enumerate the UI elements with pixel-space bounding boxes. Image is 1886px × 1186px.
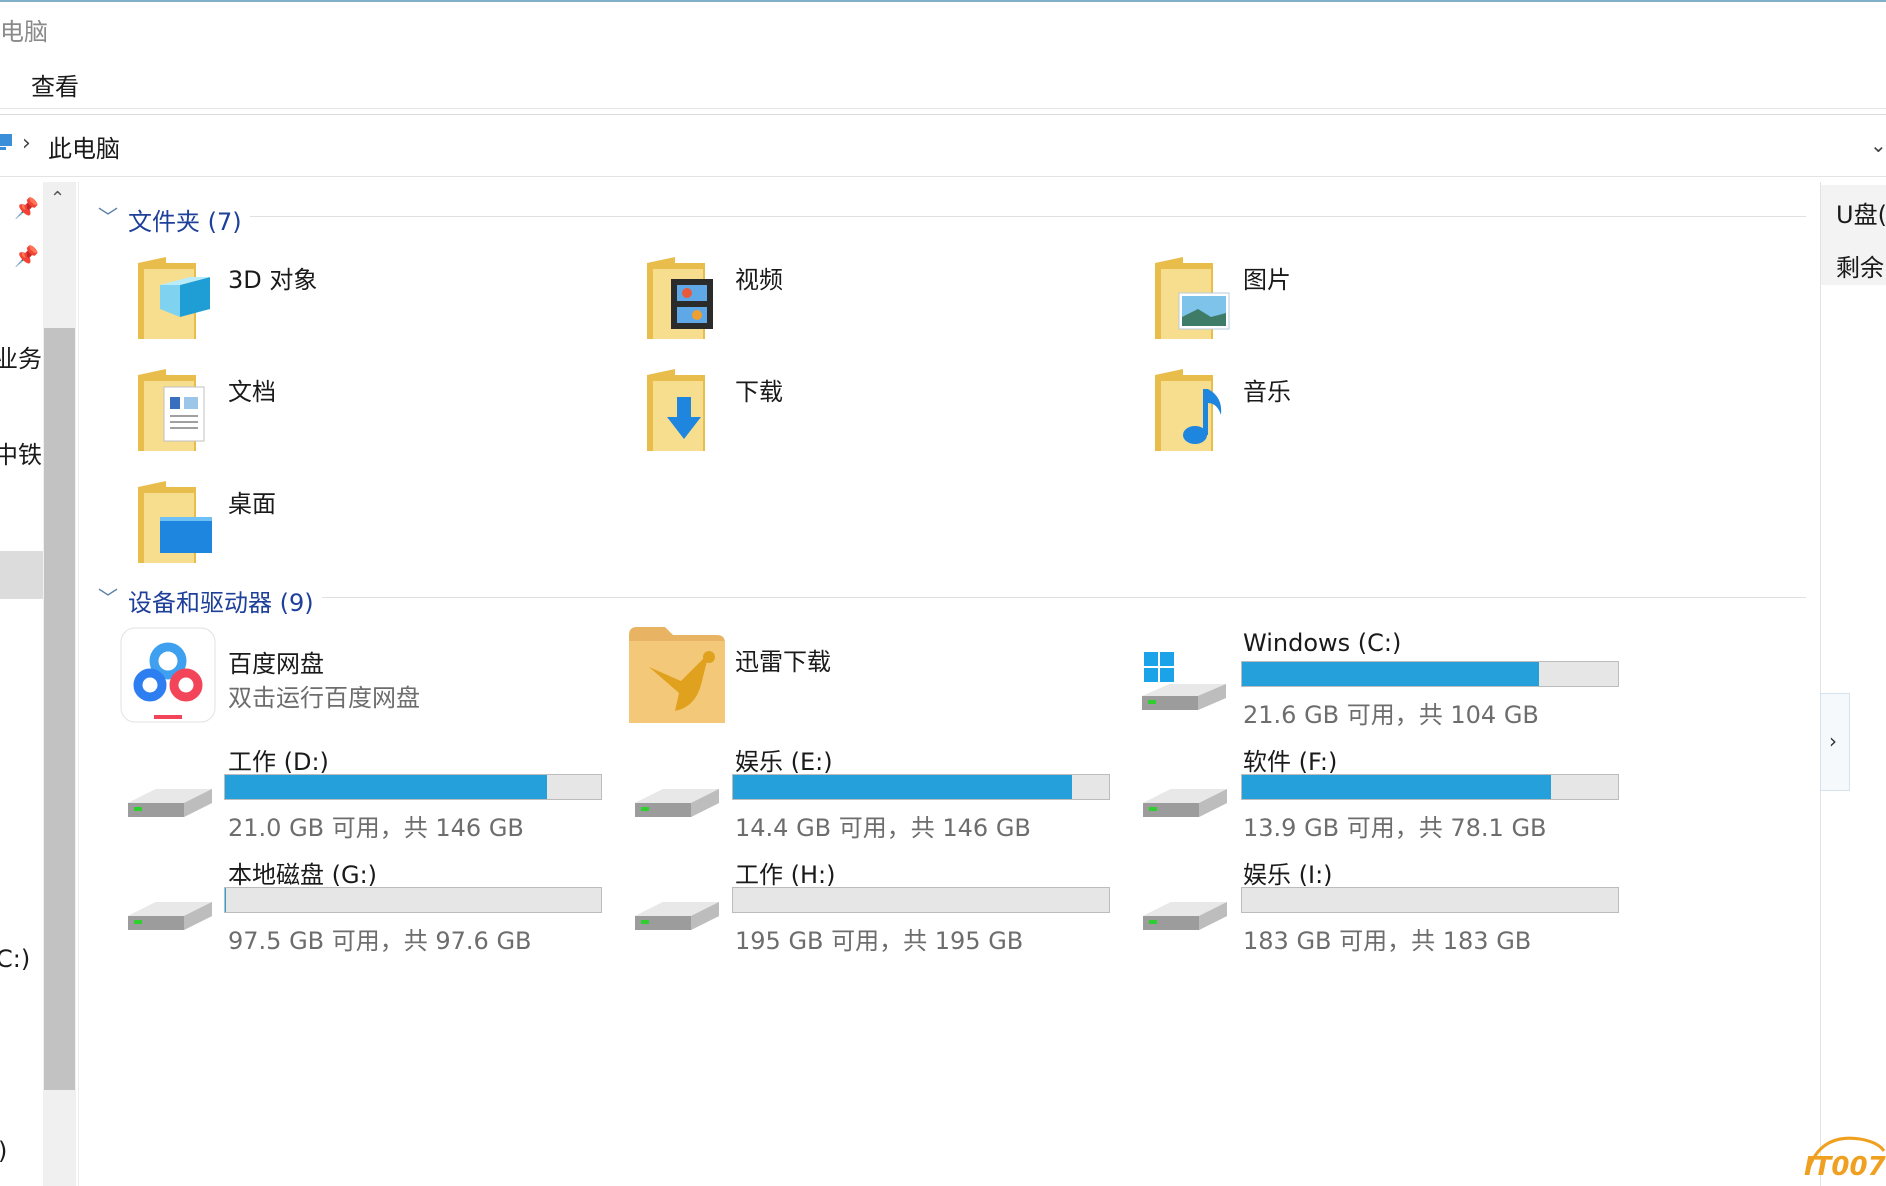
address-divider bbox=[0, 176, 1886, 177]
drive-d-space: 21.0 GB 可用，共 146 GB bbox=[228, 814, 524, 842]
pin-icon[interactable]: 📌 bbox=[14, 196, 39, 220]
drive-e-space: 14.4 GB 可用，共 146 GB bbox=[735, 814, 1031, 842]
xunlei-icon bbox=[629, 627, 725, 723]
drive-c-usage-fill bbox=[1242, 662, 1540, 686]
drive-c-usage-bar bbox=[1241, 661, 1619, 687]
app-xunlei[interactable]: 迅雷下载 bbox=[735, 642, 831, 677]
videos-folder-icon bbox=[647, 257, 713, 339]
music-folder-icon bbox=[1155, 369, 1222, 451]
drive-i-usage-bar bbox=[1241, 887, 1619, 913]
documents-folder-icon bbox=[138, 369, 205, 451]
baidu-netdisk-icon bbox=[120, 627, 216, 723]
hard-drive-icon bbox=[1143, 789, 1227, 817]
this-pc-icon bbox=[0, 134, 12, 150]
drive-i-space: 183 GB 可用，共 183 GB bbox=[1243, 927, 1532, 955]
scroll-up-icon[interactable]: ⌃ bbox=[50, 188, 65, 209]
window-title: 电脑 bbox=[0, 18, 48, 46]
nav-divider bbox=[78, 182, 79, 1186]
drive-d-label[interactable]: 工作 (D:) bbox=[228, 742, 329, 777]
chevron-down-icon[interactable]: ⌄ bbox=[1870, 133, 1886, 157]
drive-g-space: 97.5 GB 可用，共 97.6 GB bbox=[228, 927, 532, 955]
drive-i-label[interactable]: 娱乐 (I:) bbox=[1243, 855, 1333, 890]
hard-drive-icon bbox=[128, 789, 212, 817]
drive-h-usage-bar bbox=[732, 887, 1110, 913]
drive-g-usage-bar bbox=[224, 887, 602, 913]
ribbon-divider bbox=[0, 114, 1886, 115]
drive-h-space: 195 GB 可用，共 195 GB bbox=[735, 927, 1024, 955]
folder-documents[interactable]: 文档 bbox=[228, 372, 276, 407]
expand-pane-button[interactable]: › bbox=[1820, 693, 1850, 791]
it007-watermark-logo: IT007 bbox=[1804, 1136, 1886, 1182]
drive-c-space: 21.6 GB 可用，共 104 GB bbox=[1243, 701, 1539, 729]
app-baidu-netdisk[interactable]: 百度网盘 bbox=[228, 644, 324, 679]
hard-drive-icon bbox=[128, 902, 212, 930]
drive-f-label[interactable]: 软件 (F:) bbox=[1243, 742, 1337, 777]
collapse-chevron-icon[interactable]: ﹀ bbox=[98, 582, 118, 611]
drive-c-label[interactable]: Windows (C:) bbox=[1243, 629, 1401, 657]
folder-videos[interactable]: 视频 bbox=[735, 260, 783, 295]
pin-icon[interactable]: 📌 bbox=[14, 244, 39, 268]
drive-f-usage-bar bbox=[1241, 774, 1619, 800]
drive-f-space: 13.9 GB 可用，共 78.1 GB bbox=[1243, 814, 1547, 842]
breadcrumb-chevron-icon[interactable]: › bbox=[22, 131, 31, 156]
hard-drive-icon bbox=[1143, 902, 1227, 930]
folder-downloads[interactable]: 下载 bbox=[735, 372, 783, 407]
hard-drive-icon bbox=[635, 902, 719, 930]
breadcrumb-this-pc[interactable]: 此电脑 bbox=[48, 129, 120, 164]
nav-item[interactable]: C:) bbox=[0, 945, 30, 973]
nav-item-selected[interactable] bbox=[0, 551, 43, 599]
section-divider bbox=[322, 597, 1806, 598]
pictures-folder-icon bbox=[1155, 257, 1230, 339]
app-baidu-netdisk-desc: 双击运行百度网盘 bbox=[228, 684, 420, 712]
desktop-folder-icon bbox=[138, 481, 212, 563]
folder-desktop[interactable]: 桌面 bbox=[228, 484, 276, 519]
watermark-text: IT007 bbox=[1804, 1152, 1886, 1182]
window-top-border bbox=[0, 0, 1886, 2]
ribbon-divider bbox=[0, 108, 1886, 109]
folder-music[interactable]: 音乐 bbox=[1243, 372, 1291, 407]
downloads-folder-icon bbox=[647, 369, 705, 451]
details-pane-divider bbox=[1820, 182, 1821, 1186]
nav-scrollbar-thumb[interactable] bbox=[44, 328, 75, 1090]
drive-d-usage-bar bbox=[224, 774, 602, 800]
3d-objects-folder-icon bbox=[138, 257, 210, 339]
drive-f-usage-fill bbox=[1242, 775, 1552, 799]
chevron-right-icon: › bbox=[1829, 729, 1837, 753]
details-remaining: 剩余 bbox=[1836, 254, 1884, 282]
collapse-chevron-icon[interactable]: ﹀ bbox=[98, 201, 118, 230]
folder-3d-objects[interactable]: 3D 对象 bbox=[228, 260, 317, 295]
folder-pictures[interactable]: 图片 bbox=[1243, 260, 1291, 295]
details-title: U盘( bbox=[1836, 201, 1886, 229]
ribbon-tab-view[interactable]: 查看 bbox=[31, 67, 79, 102]
folders-section-header[interactable]: 文件夹 (7) bbox=[128, 202, 242, 237]
drive-h-label[interactable]: 工作 (H:) bbox=[735, 855, 836, 890]
hard-drive-icon bbox=[635, 789, 719, 817]
devices-section-header[interactable]: 设备和驱动器 (9) bbox=[128, 583, 314, 618]
drive-e-usage-bar bbox=[732, 774, 1110, 800]
drive-e-usage-fill bbox=[733, 775, 1072, 799]
nav-item[interactable]: ) bbox=[0, 1137, 7, 1165]
address-bar[interactable] bbox=[0, 124, 1886, 176]
windows-drive-icon bbox=[1142, 652, 1226, 710]
drive-e-label[interactable]: 娱乐 (E:) bbox=[735, 742, 833, 777]
section-divider bbox=[250, 216, 1806, 217]
drive-g-label[interactable]: 本地磁盘 (G:) bbox=[228, 855, 377, 890]
drive-d-usage-fill bbox=[225, 775, 547, 799]
